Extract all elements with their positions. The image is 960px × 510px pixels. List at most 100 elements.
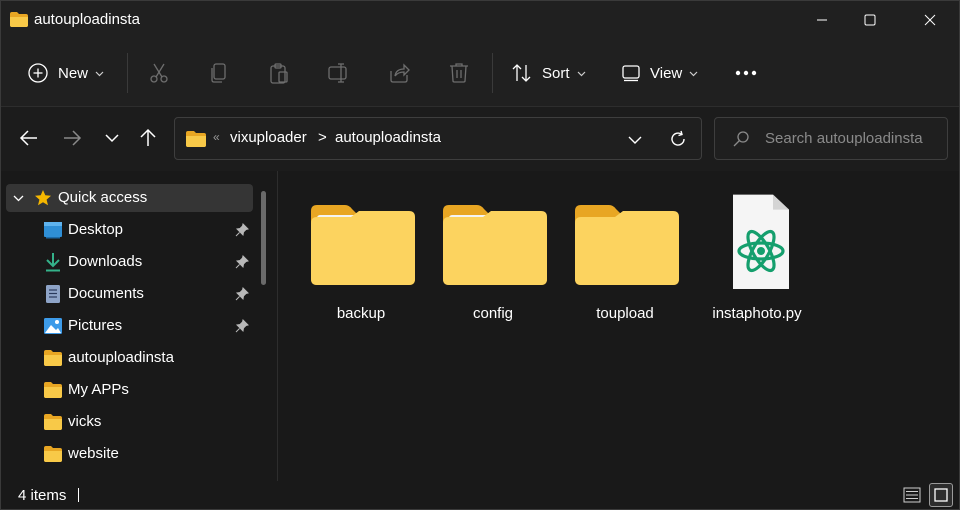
breadcrumb-vixuploader[interactable]: vixuploader [230, 129, 307, 146]
sidebar-item-label: Downloads [68, 253, 143, 270]
sort-button[interactable]: Sort [511, 39, 586, 107]
view-icon [622, 65, 640, 82]
folder-icon [44, 382, 62, 398]
up-arrow-icon[interactable] [137, 127, 159, 149]
search-input[interactable]: Search autouploadinsta [765, 130, 923, 147]
large-icons-view-icon [934, 488, 948, 502]
star-icon [35, 190, 51, 206]
folder-icon [443, 205, 547, 285]
overflow-chevron[interactable]: « [213, 130, 220, 144]
sidebar-item-label: autouploadinsta [68, 349, 174, 366]
rename-icon[interactable] [327, 61, 351, 85]
sidebar-item-documents[interactable]: Documents [1, 279, 253, 309]
sidebar-item-label: vicks [68, 413, 102, 430]
chevron-down-icon [689, 71, 698, 76]
toolbar-divider [127, 53, 128, 93]
sidebar-item-website[interactable]: website [1, 439, 253, 469]
close-icon [924, 14, 936, 26]
sidebar-item-label: My APPs [68, 381, 129, 398]
breadcrumb-separator[interactable]: > [318, 129, 327, 146]
folder-icon [186, 131, 206, 147]
file-name: config [472, 305, 514, 322]
folder-icon [44, 414, 62, 430]
status-divider [78, 488, 79, 502]
breadcrumb-autouploadinsta[interactable]: autouploadinsta [335, 129, 441, 146]
navigation-pane: Quick access Desktop Downloads Documents… [1, 171, 278, 481]
sidebar-item-pictures[interactable]: Pictures [1, 311, 253, 341]
large-icons-view-button[interactable] [929, 483, 953, 507]
delete-icon[interactable] [447, 61, 471, 85]
sidebar-item-desktop[interactable]: Desktop [1, 215, 253, 245]
sidebar-item-autouploadinsta[interactable]: autouploadinsta [1, 343, 253, 373]
folder-item-config[interactable]: config [429, 183, 557, 323]
pin-icon [235, 223, 249, 237]
folder-icon [44, 350, 62, 366]
plus-circle-icon [28, 63, 48, 83]
pin-icon [235, 319, 249, 333]
sidebar-item-quick-access[interactable]: Quick access [6, 184, 253, 212]
paste-icon[interactable] [267, 61, 291, 85]
more-icon [735, 70, 757, 76]
minimize-icon [817, 19, 827, 21]
folder-item-backup[interactable]: backup [297, 183, 425, 323]
desktop-icon [44, 222, 62, 239]
downloads-icon [46, 253, 60, 272]
close-button[interactable] [907, 1, 953, 39]
view-label: View [650, 64, 683, 82]
file-name: backup [336, 305, 386, 322]
file-explorer-window: autouploadinsta New Sort View « vixuploa… [0, 0, 960, 510]
folder-icon [10, 12, 28, 27]
maximize-button[interactable] [847, 1, 893, 39]
sidebar-item-label: Pictures [68, 317, 123, 334]
quick-access-label: Quick access [58, 189, 148, 206]
status-bar: 4 items [1, 481, 959, 509]
file-name: instaphoto.py [712, 305, 802, 322]
sort-icon [512, 64, 531, 82]
sidebar-item-vicks[interactable]: vicks [1, 407, 253, 437]
sidebar-item-downloads[interactable]: Downloads [1, 247, 253, 277]
new-label: New [58, 64, 89, 82]
refresh-icon[interactable] [669, 130, 687, 148]
file-item-instaphoto-py[interactable]: instaphoto.py [693, 183, 821, 323]
details-view-button[interactable] [900, 483, 924, 507]
chevron-down-icon[interactable] [13, 193, 24, 204]
item-count: 4 items [18, 487, 67, 504]
maximize-icon [864, 14, 876, 26]
new-button[interactable]: New [27, 39, 104, 107]
share-icon[interactable] [387, 61, 411, 85]
pictures-icon [44, 318, 62, 334]
file-list: backup config toupload instaphoto.py [279, 171, 959, 481]
sidebar-item-label: Documents [68, 285, 144, 302]
documents-icon [46, 285, 60, 303]
window-title: autouploadinsta [34, 11, 140, 28]
back-arrow-icon[interactable] [18, 127, 40, 149]
sidebar-item-label: website [68, 445, 119, 462]
title-bar[interactable]: autouploadinsta [1, 1, 959, 39]
folder-item-toupload[interactable]: toupload [561, 183, 689, 323]
navigation-row: « vixuploader > autouploadinsta Search a… [1, 107, 959, 171]
chevron-down-icon [95, 71, 104, 76]
forward-arrow-icon[interactable] [61, 127, 83, 149]
sort-label: Sort [542, 64, 570, 82]
sidebar-item-my-apps[interactable]: My APPs [1, 375, 253, 405]
address-dropdown-icon[interactable] [627, 132, 643, 148]
sidebar-scrollbar[interactable] [261, 191, 266, 285]
recent-locations-chevron-icon[interactable] [101, 127, 123, 149]
folder-icon [44, 446, 62, 462]
sidebar-item-label: Desktop [68, 221, 124, 238]
details-view-icon [903, 487, 921, 503]
address-bar[interactable]: « vixuploader > autouploadinsta [174, 117, 702, 160]
folder-icon [575, 205, 679, 285]
chevron-down-icon [577, 71, 585, 76]
search-box[interactable]: Search autouploadinsta [714, 117, 948, 160]
cut-icon[interactable] [147, 61, 171, 85]
copy-icon[interactable] [207, 61, 231, 85]
minimize-button[interactable] [799, 1, 845, 39]
toolbar-divider [492, 53, 493, 93]
folder-icon [311, 205, 415, 285]
search-icon [733, 131, 749, 147]
see-more-button[interactable] [735, 39, 757, 107]
command-bar: New Sort View [1, 39, 959, 107]
pin-icon [235, 255, 249, 269]
view-button[interactable]: View [621, 39, 698, 107]
